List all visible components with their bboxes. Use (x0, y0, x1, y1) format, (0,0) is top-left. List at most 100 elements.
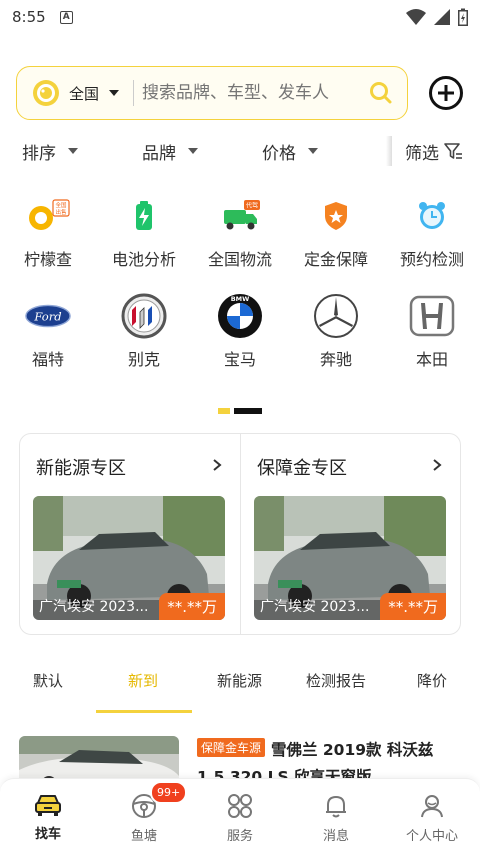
bmw-logo-icon: BMW (216, 292, 264, 340)
lemon-location-icon (33, 80, 59, 106)
add-button[interactable] (428, 75, 464, 111)
notification-badge: 99+ (150, 781, 188, 804)
battery-icon (120, 192, 168, 240)
nav-profile[interactable]: 个人中心 (384, 779, 480, 854)
status-bar: 8:55 A (0, 0, 480, 34)
filter-screen[interactable]: 筛选 (405, 139, 463, 164)
grid-icon (228, 794, 252, 818)
search-input[interactable] (142, 83, 343, 103)
notification-icon: A (59, 10, 73, 24)
filter-divider (386, 136, 392, 166)
shield-star-icon (312, 192, 360, 240)
tab-indicator (96, 710, 192, 713)
nav-label: 个人中心 (405, 829, 458, 844)
tab-new-arrival[interactable]: 新到 (128, 670, 158, 691)
listing-photo[interactable] (19, 736, 179, 784)
brands-row: Ford 福特 别克 BMW 宝马 奔驰 本田 (0, 292, 480, 370)
filter-screen-label: 筛选 (405, 143, 439, 164)
price-badge: **.**万 (380, 593, 446, 620)
search-row: 全国 (16, 66, 464, 120)
service-logistics[interactable]: 代驾 全国物流 (192, 192, 288, 270)
brand-label: 福特 (31, 350, 64, 369)
service-label: 电池分析 (111, 250, 176, 269)
service-label: 柠檬查 (23, 250, 72, 269)
nav-label: 服务 (226, 829, 253, 844)
brand-ford[interactable]: Ford 福特 (0, 292, 96, 370)
nav-find-car[interactable]: 找车 (0, 779, 96, 854)
alarm-clock-icon (408, 192, 456, 240)
tab-inspection-report[interactable]: 检测报告 (306, 670, 366, 691)
filter-sort-label: 排序 (22, 143, 56, 164)
funnel-icon (444, 143, 462, 159)
nav-label: 找车 (34, 827, 61, 842)
caret-down-icon[interactable] (109, 90, 120, 96)
brand-label: 别克 (127, 350, 160, 369)
caret-down-icon (188, 148, 198, 154)
chevron-right-icon (433, 459, 442, 471)
bottom-nav: 找车 99+ 鱼塘 服务 消息 个人中心 (0, 778, 480, 854)
tab-default[interactable]: 默认 (33, 670, 63, 691)
nav-fish-pond[interactable]: 99+ 鱼塘 (96, 779, 192, 854)
mercedes-logo-icon (312, 292, 360, 340)
filter-price[interactable]: 价格 (262, 139, 318, 164)
zone-new-energy[interactable]: 新能源专区 广汽埃安 2023... **.**万 (20, 434, 240, 634)
user-icon (421, 795, 443, 818)
caret-down-icon (68, 148, 78, 154)
status-icons (406, 8, 468, 26)
brand-mercedes[interactable]: 奔驰 (288, 292, 384, 370)
svg-text:出售: 出售 (55, 208, 66, 216)
battery-status-icon (458, 8, 468, 26)
service-label: 定金保障 (303, 250, 368, 269)
zone-card: 新能源专区 广汽埃安 2023... **.**万 保障金专区 广汽埃安 202… (19, 433, 461, 635)
zone-title: 新能源专区 (36, 458, 126, 479)
nav-label: 消息 (322, 829, 349, 844)
chevron-right-icon (213, 459, 222, 471)
ford-logo-icon: Ford (24, 292, 72, 340)
services-row: 全国 出售 柠檬查 电池分析 代驾 全国物流 定金保障 预约检测 (0, 192, 480, 270)
service-label: 预约检测 (399, 250, 464, 269)
svg-text:BMW: BMW (231, 295, 250, 303)
car-photo[interactable]: 广汽埃安 2023... **.**万 (254, 496, 446, 620)
status-time: 8:55 (12, 8, 46, 26)
caret-down-icon (308, 148, 318, 154)
honda-logo-icon (408, 292, 456, 340)
price-badge: **.**万 (159, 593, 225, 620)
brand-bmw[interactable]: BMW 宝马 (192, 292, 288, 370)
svg-text:全国: 全国 (55, 201, 67, 209)
car-icon (35, 795, 61, 816)
service-inspection[interactable]: 预约检测 (384, 192, 480, 270)
service-battery[interactable]: 电池分析 (96, 192, 192, 270)
tab-new-energy[interactable]: 新能源 (217, 670, 262, 691)
search-icon[interactable] (369, 81, 393, 105)
filter-brand-label: 品牌 (142, 143, 176, 164)
nav-messages[interactable]: 消息 (288, 779, 384, 854)
car-photo[interactable]: 广汽埃安 2023... **.**万 (33, 496, 225, 620)
brand-label: 宝马 (223, 350, 256, 369)
brand-buick[interactable]: 别克 (96, 292, 192, 370)
service-label: 全国物流 (207, 250, 272, 269)
filter-sort[interactable]: 排序 (22, 139, 78, 164)
filter-price-label: 价格 (262, 143, 296, 164)
page-dot (234, 408, 262, 414)
city-selector[interactable]: 全国 (69, 83, 99, 104)
brand-label: 本田 (415, 350, 448, 369)
search-divider (133, 80, 135, 106)
lemon-check-icon: 全国 出售 (24, 192, 72, 240)
filter-brand[interactable]: 品牌 (142, 139, 198, 164)
filter-row: 排序 品牌 价格 筛选 (0, 132, 480, 170)
brand-honda[interactable]: 本田 (384, 292, 480, 370)
zone-deposit[interactable]: 保障金专区 广汽埃安 2023... **.**万 (240, 434, 460, 634)
car-caption: 广汽埃安 2023... (260, 599, 370, 615)
car-caption: 广汽埃安 2023... (39, 599, 149, 615)
nav-services[interactable]: 服务 (192, 779, 288, 854)
truck-icon: 代驾 (216, 192, 264, 240)
service-lemon-check[interactable]: 全国 出售 柠檬查 (0, 192, 96, 270)
nav-label: 鱼塘 (130, 829, 157, 844)
service-deposit[interactable]: 定金保障 (288, 192, 384, 270)
tab-price-drop[interactable]: 降价 (417, 670, 447, 691)
page-dot-active (218, 408, 230, 414)
svg-text:代驾: 代驾 (246, 202, 258, 210)
list-item[interactable]: 保障金车源 雪佛兰 2019款 科沃兹 1.5 320 LS 欣享天窗版 (19, 736, 461, 784)
bell-icon (326, 796, 346, 818)
listing-title[interactable]: 雪佛兰 2019款 科沃兹 1.5 320 LS 欣享天窗版 (197, 737, 461, 784)
